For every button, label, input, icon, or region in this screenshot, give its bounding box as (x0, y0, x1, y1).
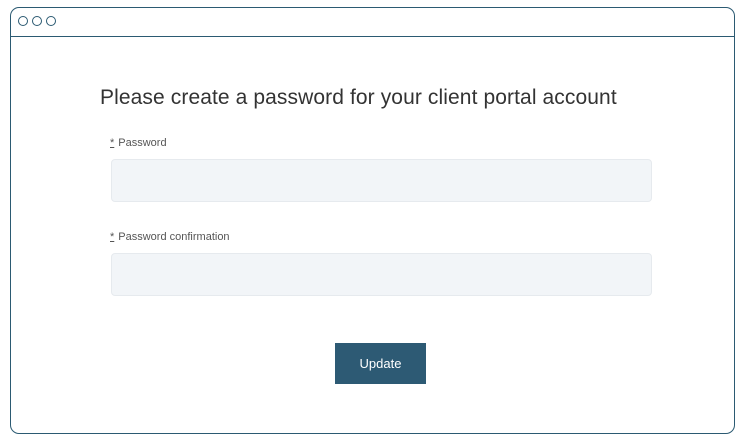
required-marker: * (110, 231, 115, 243)
window-controls (18, 16, 56, 26)
password-input[interactable] (111, 159, 652, 202)
window-titlebar (11, 8, 734, 37)
window-control-dot-icon[interactable] (32, 16, 42, 26)
password-label-text: Password (118, 137, 167, 149)
page-title: Please create a password for your client… (100, 86, 617, 109)
window-control-dot-icon[interactable] (18, 16, 28, 26)
password-confirmation-label: * Password confirmation (110, 231, 230, 243)
password-confirmation-label-text: Password confirmation (118, 231, 230, 243)
password-confirmation-input[interactable] (111, 253, 652, 296)
update-button[interactable]: Update (335, 343, 426, 384)
password-label: * Password (110, 137, 167, 149)
window-control-dot-icon[interactable] (46, 16, 56, 26)
browser-window: Please create a password for your client… (10, 7, 735, 434)
required-marker: * (110, 137, 115, 149)
